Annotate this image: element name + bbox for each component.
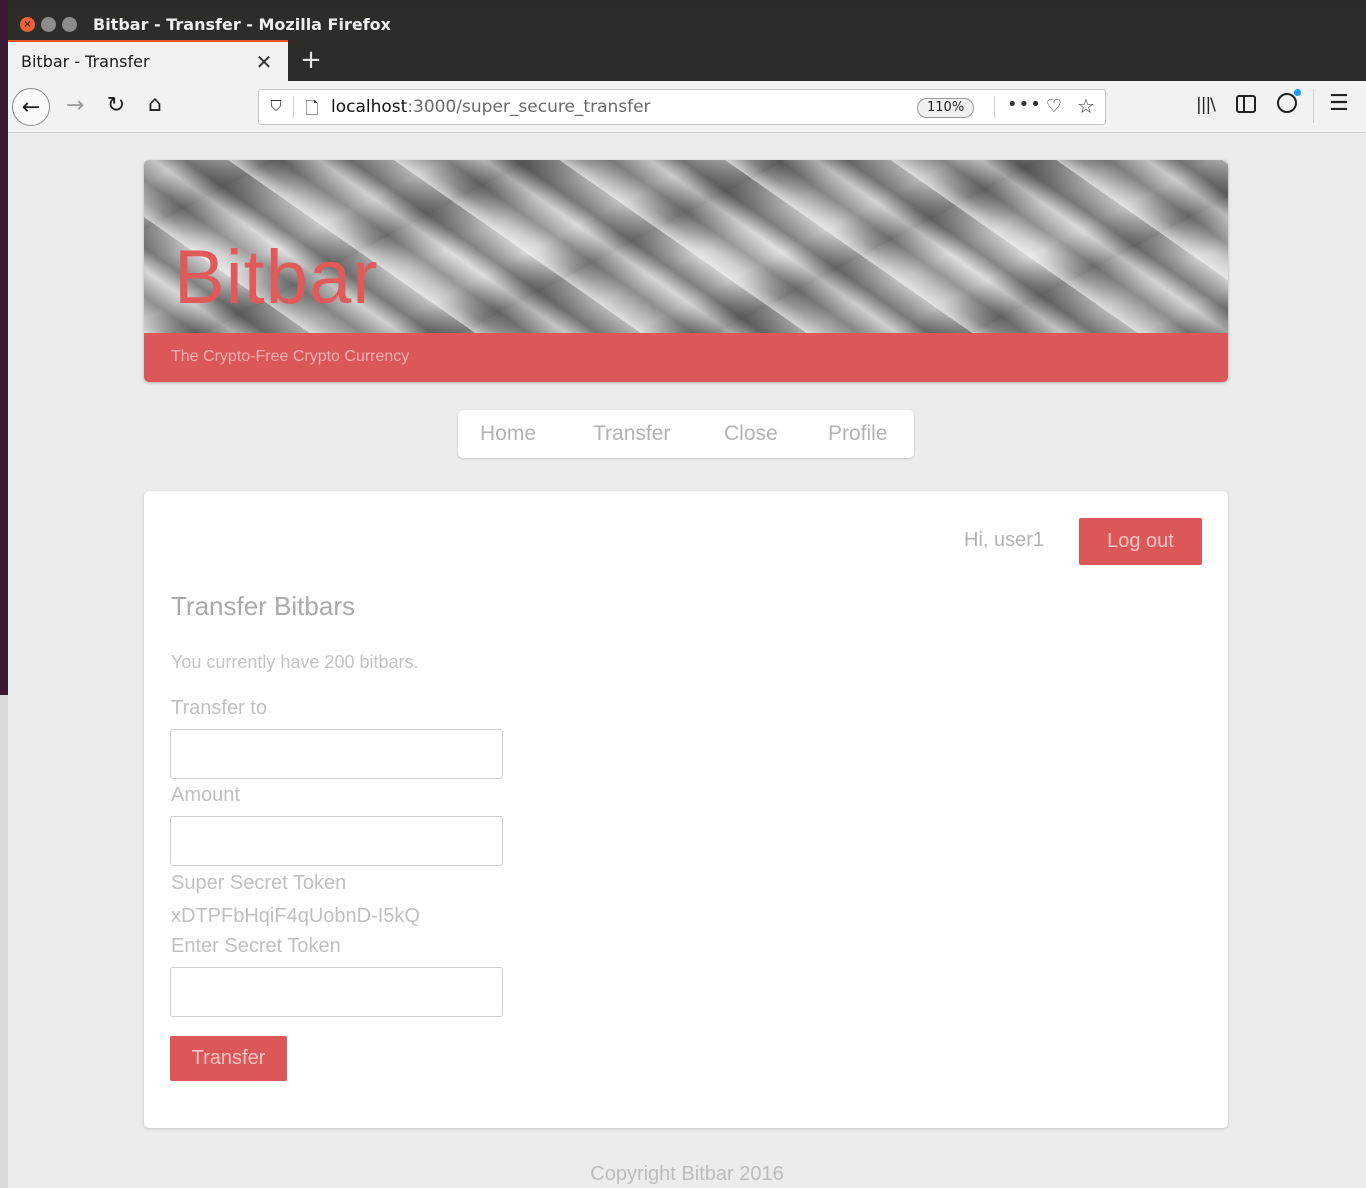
url-separator <box>293 96 294 118</box>
secret-token-label: Super Secret Token <box>171 872 347 894</box>
browser-window: × Bitbar - Transfer - Mozilla Firefox Bi… <box>8 8 1366 1188</box>
url-path: :3000/super_secure_transfer <box>407 97 651 117</box>
account-icon[interactable] <box>1277 89 1301 113</box>
new-tab-icon[interactable]: + <box>298 46 324 74</box>
tab-strip: Bitbar - Transfer ✕ + <box>8 40 1366 81</box>
page-info-icon[interactable]: 🗋 <box>303 96 321 125</box>
nav-home[interactable]: Home <box>480 422 536 446</box>
transfer-card: Hi, user1 Log out Transfer Bitbars You c… <box>144 491 1228 1128</box>
library-icon[interactable]: |||\ <box>1196 95 1216 115</box>
nav-close[interactable]: Close <box>724 422 778 446</box>
zoom-level-badge[interactable]: 110% <box>917 98 975 118</box>
main-nav: Home Transfer Close Profile <box>458 410 914 458</box>
pocket-icon[interactable]: ♡ <box>1043 96 1065 117</box>
secret-token-value: xDTPFbHqiF4qUobnD-I5kQ <box>171 905 420 927</box>
hamburger-menu-icon[interactable]: ☰ <box>1328 91 1350 116</box>
nav-profile[interactable]: Profile <box>828 422 888 446</box>
forward-icon[interactable]: → <box>62 93 88 118</box>
amount-label: Amount <box>171 784 240 806</box>
reload-icon[interactable]: ↻ <box>104 93 128 118</box>
url-text[interactable]: localhost:3000/super_secure_transfer <box>331 97 651 117</box>
tab-title: Bitbar - Transfer <box>21 52 150 71</box>
back-icon[interactable]: ← <box>12 88 50 126</box>
page-title: Transfer Bitbars <box>171 591 355 621</box>
url-host: localhost <box>331 97 408 117</box>
tracking-shield-icon[interactable]: ⛉ <box>267 97 285 115</box>
tagline-bar: The Crypto-Free Crypto Currency <box>144 333 1228 382</box>
tab-bitbar-transfer[interactable]: Bitbar - Transfer ✕ <box>8 40 288 81</box>
tagline: The Crypto-Free Crypto Currency <box>171 348 410 365</box>
window-minimize-button[interactable] <box>41 16 56 32</box>
url-bar[interactable]: ⛉ 🗋 localhost:3000/super_secure_transfer… <box>258 89 1106 125</box>
desktop-edge <box>0 0 8 1188</box>
title-bar: × Bitbar - Transfer - Mozilla Firefox <box>8 8 1366 40</box>
transfer-to-label: Transfer to <box>171 697 267 719</box>
sidebar-icon[interactable] <box>1236 95 1256 113</box>
amount-input[interactable] <box>170 816 503 866</box>
enter-token-label: Enter Secret Token <box>171 935 341 957</box>
balance-text: You currently have 200 bitbars. <box>171 652 419 672</box>
enter-token-input[interactable] <box>170 967 503 1017</box>
user-greeting: Hi, user1 <box>964 529 1045 551</box>
desktop-edge-lower <box>0 695 8 1188</box>
url-separator-2 <box>994 96 995 118</box>
transfer-to-input[interactable] <box>170 729 503 779</box>
page-content: Bitbar The Crypto-Free Crypto Currency H… <box>8 133 1366 1188</box>
home-icon[interactable]: ⌂ <box>142 92 168 117</box>
logout-button[interactable]: Log out <box>1079 518 1202 565</box>
window-maximize-button[interactable] <box>62 16 77 32</box>
tab-close-icon[interactable]: ✕ <box>254 50 274 74</box>
toolbar-separator <box>1313 89 1314 123</box>
page-actions-more-icon[interactable]: ••• <box>1007 94 1042 115</box>
nav-transfer[interactable]: Transfer <box>593 422 670 446</box>
bookmark-star-icon[interactable]: ☆ <box>1075 94 1097 118</box>
header-banner: Bitbar The Crypto-Free Crypto Currency <box>144 160 1228 382</box>
footer-copyright: Copyright Bitbar 2016 <box>590 1163 784 1185</box>
brand-logo: Bitbar <box>174 235 379 320</box>
window-close-button[interactable]: × <box>20 16 35 32</box>
navigation-toolbar: ← → ↻ ⌂ ⛉ 🗋 localhost:3000/super_secure_… <box>8 81 1366 133</box>
transfer-submit-button[interactable]: Transfer <box>170 1036 287 1081</box>
window-title: Bitbar - Transfer - Mozilla Firefox <box>93 14 391 34</box>
